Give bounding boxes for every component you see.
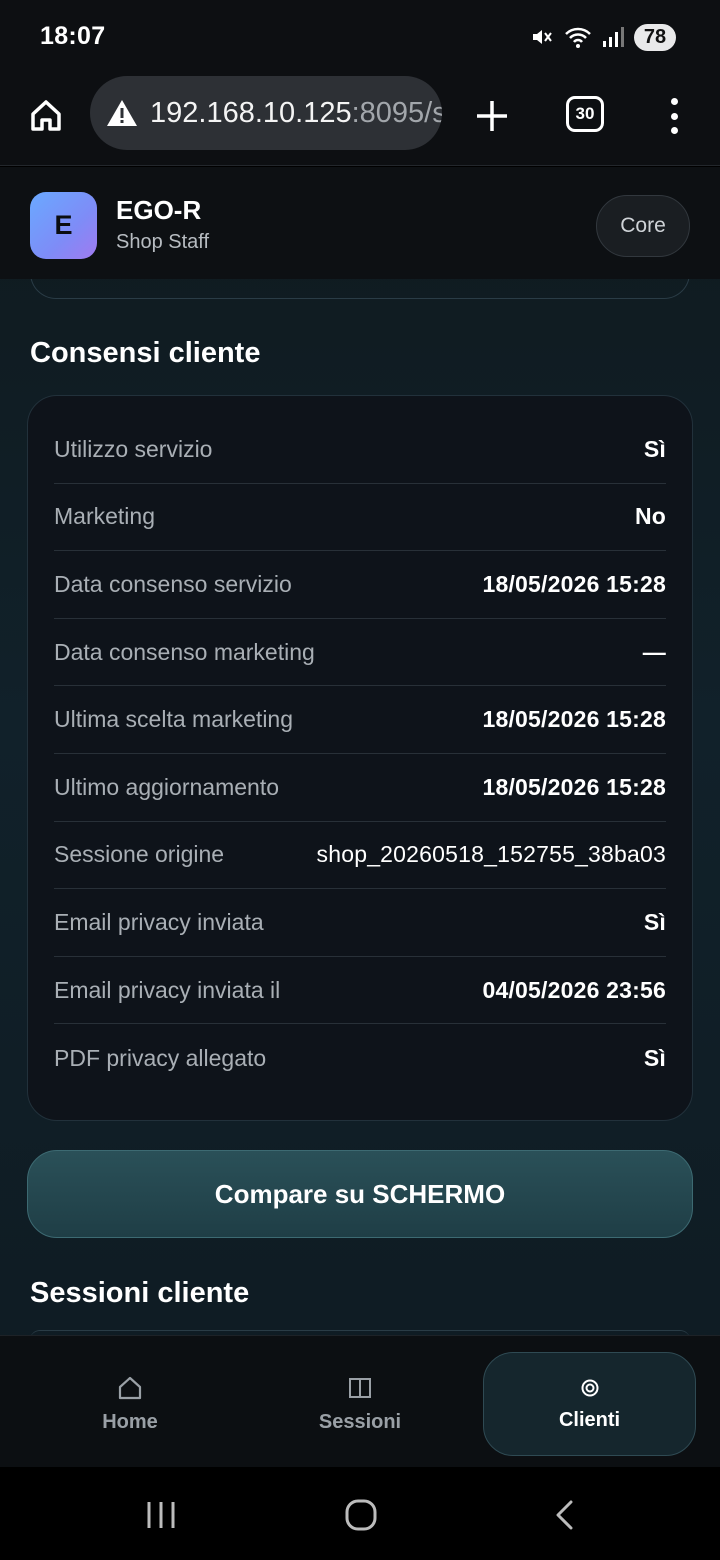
browser-home-button[interactable]	[24, 94, 68, 138]
nav-label: Home	[102, 1410, 158, 1433]
system-home-button[interactable]	[343, 1497, 379, 1533]
nav-item-clienti[interactable]: Clienti	[483, 1352, 696, 1456]
show-on-screen-button[interactable]: Compare su SCHERMO	[27, 1150, 693, 1238]
nav-label: Sessioni	[318, 1410, 402, 1433]
row-label: Ultimo aggiornamento	[54, 773, 280, 800]
tabs-count: 30	[575, 104, 595, 123]
address-bar[interactable]: 192.168.10.125:8095/s	[90, 76, 442, 150]
home-icon	[31, 100, 61, 131]
row-value: Sì	[643, 908, 666, 935]
app-name: EGO-R	[116, 195, 202, 225]
row-label: PDF privacy allegato	[54, 1044, 267, 1071]
consent-row: Utilizzo servizio Sì	[54, 416, 666, 484]
consent-row: Ultimo aggiornamento 18/05/2026 15:28	[54, 754, 666, 822]
row-label: Email privacy inviata	[54, 908, 264, 935]
sessions-title: Sessioni cliente	[30, 1277, 250, 1309]
consent-row: Data consenso marketing —	[54, 619, 666, 687]
home-icon	[118, 1376, 142, 1399]
nav-label: Clienti	[558, 1408, 621, 1431]
mute-icon	[530, 25, 554, 49]
consent-row: Email privacy inviata il 04/05/2026 23:56	[54, 957, 666, 1025]
url-host: 192.168.10.125	[150, 96, 352, 129]
consent-row: Email privacy inviata Sì	[54, 889, 666, 957]
consent-row: PDF privacy allegato Sì	[54, 1024, 666, 1092]
back-icon	[556, 1500, 573, 1530]
row-label: Email privacy inviata il	[54, 976, 281, 1003]
target-icon	[581, 1379, 598, 1396]
app-subtitle: Shop Staff	[116, 231, 210, 253]
browser-toolbar: 192.168.10.125:8095/s 30	[0, 72, 720, 166]
bottom-nav: Home Sessioni Clienti	[0, 1335, 720, 1467]
battery-icon: 78	[634, 23, 676, 51]
row-value: Sì	[643, 1044, 666, 1071]
row-label: Utilizzo servizio	[54, 435, 213, 462]
row-value: 18/05/2026 15:28	[482, 570, 666, 597]
new-tab-button[interactable]	[470, 94, 514, 138]
row-label: Ultima scelta marketing	[54, 706, 294, 733]
app-logo: E	[30, 192, 97, 259]
row-value: 18/05/2026 15:28	[482, 706, 666, 733]
recents-button[interactable]	[144, 1497, 178, 1533]
recents-icon	[147, 1502, 175, 1528]
nav-item-home[interactable]: Home	[24, 1352, 236, 1456]
status-icons: 78	[530, 22, 676, 52]
warning-icon	[107, 100, 137, 126]
plus-icon	[477, 101, 507, 131]
row-value: —	[642, 638, 666, 665]
row-value: Sì	[643, 435, 666, 462]
core-button[interactable]: Core	[596, 195, 690, 257]
wifi-icon	[564, 25, 592, 49]
row-label: Marketing	[54, 503, 155, 530]
consents-title: Consensi cliente	[30, 337, 261, 369]
row-value: 04/05/2026 23:56	[482, 976, 666, 1003]
row-label: Sessione origine	[54, 841, 225, 868]
url-path: :8095/s	[351, 96, 442, 129]
row-label: Data consenso servizio	[54, 570, 292, 597]
url-text: 192.168.10.125:8095/s	[150, 97, 442, 130]
back-button[interactable]	[550, 1497, 578, 1533]
row-label: Data consenso marketing	[54, 638, 315, 665]
consent-row: Marketing No	[54, 484, 666, 552]
more-menu-button[interactable]	[660, 94, 688, 138]
tabs-button[interactable]: 30	[566, 96, 604, 132]
consent-row: Ultima scelta marketing 18/05/2026 15:28	[54, 686, 666, 754]
signal-icon	[602, 26, 624, 48]
columns-icon	[349, 1377, 371, 1398]
home-circle-icon	[345, 1499, 377, 1531]
status-time: 18:07	[40, 22, 106, 50]
status-bar: 18:07 78	[0, 0, 720, 72]
system-nav-bar	[0, 1467, 720, 1560]
row-value: shop_20260518_152755_38ba03	[316, 841, 666, 868]
row-value: No	[634, 503, 666, 530]
app-header: E EGO-R Shop Staff Core	[0, 167, 720, 279]
nav-item-sessioni[interactable]: Sessioni	[254, 1352, 466, 1456]
row-value: 18/05/2026 15:28	[482, 773, 666, 800]
consent-row: Sessione origine shop_20260518_152755_38b…	[54, 822, 666, 890]
consents-card: Utilizzo servizio Sì Marketing No Data con…	[27, 395, 693, 1121]
consent-row: Data consenso servizio 18/05/2026 15:28	[54, 551, 666, 619]
